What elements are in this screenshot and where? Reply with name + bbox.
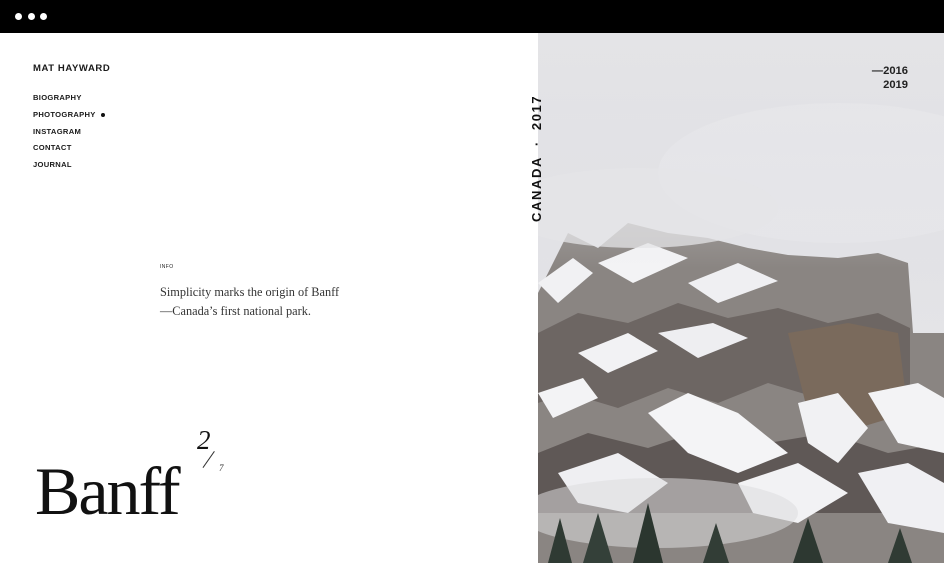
info-text-line: Simplicity marks the origin of Banff	[160, 285, 340, 299]
year-range-end: 2019	[883, 79, 908, 91]
window-dot-icon[interactable]	[40, 13, 47, 20]
nav-item-label: PHOTOGRAPHY	[33, 109, 96, 119]
year-range-start: —2016	[871, 65, 908, 77]
year-range: —2016 2019	[872, 64, 908, 92]
main-nav: BIOGRAPHY PHOTOGRAPHY INSTAGRAM CONTACT …	[33, 93, 105, 177]
mountain-image	[538, 33, 944, 563]
nav-item-label: JOURNAL	[33, 160, 72, 170]
window-dot-icon[interactable]	[28, 13, 35, 20]
nav-item-contact[interactable]: CONTACT	[33, 143, 105, 160]
nav-item-label: CONTACT	[33, 143, 72, 153]
window-dot-icon[interactable]	[15, 13, 22, 20]
nav-item-biography[interactable]: BIOGRAPHY	[33, 93, 105, 110]
year-label: 2017	[529, 94, 544, 131]
gallery-total-count: 7	[219, 463, 224, 473]
location-label: CANADA	[529, 156, 544, 222]
window-titlebar	[0, 0, 944, 33]
info-text-line: —Canada’s first national park.	[160, 303, 311, 318]
info-text: Simplicity marks the origin of Banff —Ca…	[160, 283, 370, 320]
nav-item-instagram[interactable]: INSTAGRAM	[33, 127, 105, 144]
nav-item-photography[interactable]: PHOTOGRAPHY	[33, 110, 105, 127]
site-brand[interactable]: MAT HAYWARD	[33, 63, 110, 74]
nav-item-label: INSTAGRAM	[33, 126, 82, 136]
gallery-current-index: 2	[197, 425, 211, 455]
info-label: INFO	[160, 264, 174, 270]
gallery-title: Banff	[35, 453, 181, 529]
mountain-photo[interactable]	[538, 33, 944, 563]
nav-item-label: BIOGRAPHY	[33, 93, 82, 102]
left-panel: MAT HAYWARD BIOGRAPHY PHOTOGRAPHY INSTAG…	[0, 33, 538, 563]
photo-location-caption: CANADA · 2017	[529, 95, 544, 222]
active-dot-icon	[100, 112, 105, 117]
separator-dot: ·	[529, 140, 544, 147]
nav-item-journal[interactable]: JOURNAL	[33, 160, 105, 177]
